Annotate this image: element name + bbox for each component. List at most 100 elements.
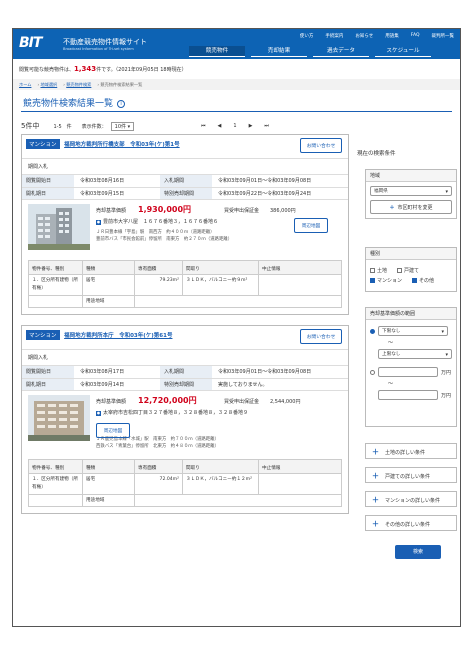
property-photo[interactable]: [28, 395, 90, 441]
first-page-icon[interactable]: ⏮: [201, 123, 206, 129]
type-checkbox-mansion[interactable]: マンション: [370, 277, 402, 284]
row-label: 開札期日: [22, 379, 74, 390]
per-page-value: 10件: [114, 123, 127, 130]
tilde-separator: ～: [388, 381, 394, 387]
checkbox-label: その他: [419, 278, 435, 284]
title-divider: [21, 111, 452, 112]
schedule-row: 開札期日 令和03年09月14日 特別売却期間 実施しておりません。: [22, 378, 348, 391]
table-cell: ３ＬＤＫ，バルコニー約１２m²: [183, 474, 259, 494]
price-label: 売却基準価額: [96, 208, 127, 214]
nav-tab-past-data[interactable]: 過去データ: [313, 46, 369, 57]
case-link[interactable]: 福岡地方裁判所本庁 令和03年(ケ)第61号: [64, 333, 172, 339]
pager: 5件中 1-5 件 表示件数： 10件 ▾: [21, 121, 135, 131]
breadcrumb-search[interactable]: 競売物件検索: [66, 82, 91, 87]
access-line: ＪＲ鹿児島本線「水城」駅 南東方 約７００ｍ（道路距離）: [96, 437, 219, 442]
house-detail-toggle[interactable]: ＋ 戸建ての詳しい条件: [365, 467, 457, 483]
table-cell: １．区分所有建物（所有権）: [29, 474, 83, 494]
mansion-detail-toggle[interactable]: ＋ マンションの詳しい条件: [365, 491, 457, 507]
bit-logo[interactable]: BIT: [19, 35, 55, 53]
column-header: 専有面積: [135, 261, 183, 274]
type-checkbox-other[interactable]: その他: [412, 277, 434, 284]
type-checkbox-house[interactable]: 戸建て: [397, 267, 419, 274]
utility-links: 使い方 手続案内 お知らせ 用語集 FAQ 裁判所一覧: [300, 33, 454, 39]
case-link[interactable]: 福岡地方裁判所行橋支部 令和03年(ケ)第1号: [64, 142, 180, 148]
column-header: 間取り: [183, 261, 259, 274]
other-detail-toggle[interactable]: ＋ その他の詳しい条件: [365, 515, 457, 531]
accordion-label: その他の詳しい条件: [385, 522, 431, 528]
row-value: 令和03年09月01日～令和03年09月08日: [218, 369, 312, 375]
row-label: 閲覧開始日: [22, 175, 74, 187]
util-link-faq[interactable]: FAQ: [411, 33, 420, 39]
table-cell: [29, 296, 83, 307]
current-page: 1: [233, 123, 237, 129]
checkbox-checked-icon: [370, 278, 375, 283]
access-line: 豊前市バス「市民会館前」停留所 南東方 約２７０ｍ（道路距離）: [96, 237, 233, 242]
property-photo[interactable]: [28, 204, 90, 250]
table-row: １．区分所有建物（所有権） 居宅 72.04m² ３ＬＤＫ，バルコニー約１２m²: [29, 474, 341, 494]
land-detail-toggle[interactable]: ＋ 土地の詳しい条件: [365, 443, 457, 459]
next-page-icon[interactable]: ▶: [249, 123, 253, 129]
inquire-button[interactable]: お問い合わせ: [300, 138, 342, 153]
per-page-label: 表示件数：: [81, 123, 107, 130]
address-text: 豊前市大字八屋 １６７６番地３，１６７６番地６: [103, 219, 219, 225]
search-button[interactable]: 検索: [395, 545, 441, 559]
util-link-courts[interactable]: 裁判所一覧: [432, 33, 455, 39]
checkbox-icon: [370, 268, 375, 273]
column-header: 中止情報: [262, 267, 281, 272]
last-page-icon[interactable]: ⏭: [264, 123, 269, 129]
column-header: 中止情報: [262, 466, 281, 471]
table-cell: 79.23m²: [135, 275, 183, 295]
region-value: 福岡県: [374, 189, 388, 194]
util-link-procedure[interactable]: 手続案内: [325, 33, 343, 39]
nav-tab-results[interactable]: 売却結果: [251, 46, 307, 57]
property-address: ● 太宰府市吉松四丁目３２７番地８，３２８番地８，３２８番地９: [96, 409, 342, 416]
schedule-table: 閲覧開始日 令和03年08月16日 入札期間 令和03年09月01日～令和03年…: [22, 174, 348, 200]
building-photo-icon: [28, 204, 90, 250]
location-icon: ●: [96, 411, 101, 416]
row-value: 令和03年09月14日: [80, 382, 125, 388]
plus-icon: ＋: [389, 205, 395, 211]
price-box: 売却基準価額の範囲 下限なし ～ 上限なし 万円 ～ 万円: [365, 307, 457, 427]
deposit-label: 買受申出保証金: [224, 208, 260, 214]
table-cell: 居宅: [83, 474, 135, 494]
type-badge: マンション: [26, 330, 60, 340]
price-range-label: 売却基準価額の範囲: [366, 308, 456, 320]
table-cell: [29, 495, 83, 506]
page-title-text: 競売物件検索結果一覧: [23, 99, 114, 109]
radio-selected-icon[interactable]: [370, 328, 375, 334]
type-label: 種別: [366, 248, 456, 260]
type-box: 種別 土地 戸建て マンション その他: [365, 247, 457, 292]
prev-page-icon[interactable]: ◀: [218, 123, 222, 129]
util-link-howto[interactable]: 使い方: [300, 33, 314, 39]
available-count: 1,343: [74, 65, 97, 73]
map-button[interactable]: 周辺地図: [96, 423, 130, 438]
price-min-input[interactable]: [378, 367, 438, 377]
results-list: マンション 福岡地方裁判所行橋支部 令和03年(ケ)第1号 お問い合わせ 期間入…: [21, 134, 349, 524]
property-table: 物件番号、種別 種類 専有面積 間取り 中止情報 １．区分所有建物（所有権） 居…: [28, 459, 342, 507]
change-city-button[interactable]: ＋市区町村を変更: [370, 200, 452, 214]
map-button[interactable]: 周辺地図: [294, 218, 328, 233]
inquire-button[interactable]: お問い合わせ: [300, 329, 342, 344]
price-max-select[interactable]: 上限なし: [378, 349, 452, 360]
row-value: 令和03年09月22日～令和03年09月24日: [218, 191, 312, 197]
util-link-glossary[interactable]: 用語集: [385, 33, 399, 39]
table-cell: [259, 275, 341, 295]
price-min-select[interactable]: 下限なし: [378, 326, 448, 337]
region-select[interactable]: 福岡県: [370, 186, 452, 197]
yen-unit: 万円: [441, 369, 452, 376]
table-header: 物件番号、種別 種類 専有面積 間取り 中止情報: [29, 460, 341, 474]
property-table: 物件番号、種別 種類 専有面積 間取り 中止情報 １．区分所有建物（所有権） 居…: [28, 260, 342, 308]
type-checkbox-land[interactable]: 土地: [370, 267, 387, 274]
row-label: 開札期日: [22, 188, 74, 199]
nav-tab-properties[interactable]: 競売物件: [189, 46, 245, 57]
nav-tab-schedule[interactable]: スケジュール: [375, 46, 431, 57]
util-link-news[interactable]: お知らせ: [355, 33, 373, 39]
info-icon[interactable]: i: [117, 99, 126, 108]
radio-icon[interactable]: [370, 369, 375, 375]
price-max-input[interactable]: [378, 390, 438, 400]
breadcrumb-home[interactable]: ホーム: [19, 82, 31, 87]
breadcrumb-region[interactable]: 地域選択: [40, 82, 57, 87]
checkbox-label: 戸建て: [404, 268, 420, 274]
per-page-select[interactable]: 10件 ▾: [110, 121, 135, 131]
current-conditions-title: 現在の検索条件: [357, 151, 396, 157]
